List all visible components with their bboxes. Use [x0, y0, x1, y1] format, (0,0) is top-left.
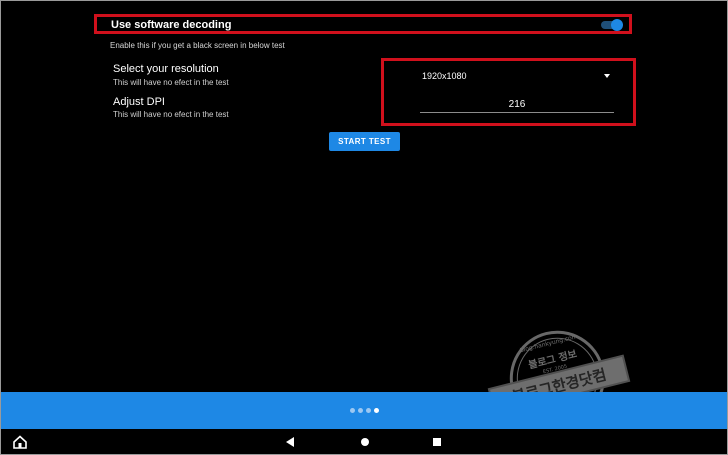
software-decoding-title: Use software decoding: [111, 19, 232, 31]
resolution-selected-value: 1920x1080: [422, 71, 467, 81]
software-decoding-row[interactable]: Use software decoding: [94, 14, 632, 34]
dpi-subtitle: This will have no efect in the test: [113, 110, 229, 119]
page-indicator: [350, 408, 379, 414]
recents-icon[interactable]: [433, 438, 441, 446]
software-decoding-description: Enable this if you get a black screen in…: [110, 41, 285, 50]
pager-dot: [374, 408, 379, 413]
home-corner-icon[interactable]: [13, 435, 27, 449]
app-screen: Use software decoding Enable this if you…: [0, 0, 728, 455]
pager-dot: [350, 408, 355, 413]
resolution-select[interactable]: 1920x1080: [422, 68, 610, 84]
navigation-bar: [1, 429, 727, 454]
start-test-button[interactable]: START TEST: [329, 132, 400, 151]
footer-band: [1, 392, 727, 429]
dpi-input[interactable]: [420, 96, 614, 113]
pager-dot: [366, 408, 371, 413]
software-decoding-toggle[interactable]: [601, 19, 623, 31]
back-icon[interactable]: [286, 437, 294, 447]
watermark-top-text: 블로그 정보: [527, 347, 578, 372]
caret-down-icon: [604, 74, 610, 78]
pager-dot: [358, 408, 363, 413]
watermark-est-text: EST. 2005: [542, 364, 567, 376]
watermark-url-text: blog.hankyung.com: [519, 333, 578, 354]
dpi-title: Adjust DPI: [113, 96, 165, 108]
resolution-title: Select your resolution: [113, 63, 219, 75]
settings-controls-box: 1920x1080: [381, 58, 636, 126]
home-icon[interactable]: [361, 438, 369, 446]
toggle-thumb: [611, 19, 623, 31]
resolution-subtitle: This will have no efect in the test: [113, 78, 229, 87]
